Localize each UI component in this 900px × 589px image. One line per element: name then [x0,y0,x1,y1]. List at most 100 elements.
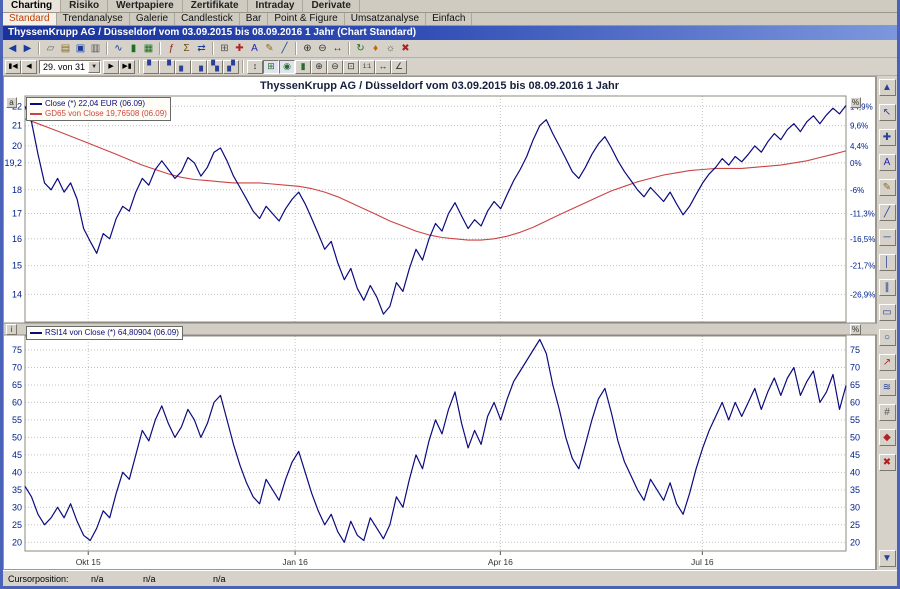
svg-text:18: 18 [12,185,22,195]
ellipse-tool-icon[interactable]: ○ [879,329,896,346]
measure-button[interactable]: ∠ [391,60,407,74]
refresh-icon[interactable]: ↻ [353,41,368,56]
svg-text:45: 45 [850,450,860,460]
zoom-preset-3-button[interactable]: ▖ [175,60,191,74]
chart-position-dropdown[interactable]: 29. von 31▼ [39,60,101,74]
svg-text:55: 55 [12,415,22,425]
crosshair-icon[interactable]: ✚ [232,41,247,56]
zoom-in-icon[interactable]: ⊕ [300,41,315,56]
rsi-settings-button[interactable]: i [6,324,17,335]
grid-toggle-button[interactable]: ⊞ [263,60,279,74]
candlestick-toggle-button[interactable]: ▮ [295,60,311,74]
menu-tab-charting[interactable]: Charting [3,0,61,12]
price-legend[interactable]: Close (*) 22,04 EUR (06.09)GD65 von Clos… [26,97,171,121]
draw-icon[interactable]: ✎ [262,41,277,56]
sub-tab-bar: StandardTrendanalyseGalerieCandlestickBa… [3,13,897,26]
new-chart-icon[interactable]: ▱ [43,41,58,56]
close-series-line [25,106,846,315]
zoom-preset-4-button[interactable]: ▗ [191,60,207,74]
open-chart-icon[interactable]: ▤ [58,41,73,56]
delete-tool-icon[interactable]: ✖ [879,454,896,471]
indicator-icon[interactable]: ƒ [164,41,179,56]
dropdown-arrow-icon[interactable]: ▼ [88,61,100,73]
svg-text:70: 70 [850,362,860,372]
compare-icon[interactable]: ⇄ [194,41,209,56]
scroll-up-icon[interactable]: ▲ [879,79,896,96]
horizontal-line-tool-icon[interactable]: ─ [879,229,896,246]
delete-icon[interactable]: ✖ [398,41,413,56]
zoom-out-button[interactable]: ⊖ [327,60,343,74]
menu-tab-zertifikate[interactable]: Zertifikate [183,0,248,12]
grid-tool-icon[interactable]: # [879,404,896,421]
svg-text:14: 14 [12,289,22,299]
next-chart-button[interactable]: ▶ [103,60,119,74]
rsi-legend[interactable]: RSI14 von Close (*) 64,80904 (06.09) [26,326,183,340]
crosshair-tool-icon[interactable]: ✚ [879,129,896,146]
forward-icon[interactable]: ▶ [20,41,35,56]
alert-icon[interactable]: ♦ [368,41,383,56]
cursor-value-3: n/a [213,574,226,584]
snap-toggle-button[interactable]: ◉ [279,60,295,74]
settings-icon[interactable]: ☼ [383,41,398,56]
svg-text:60: 60 [12,397,22,407]
zoom-preset-2-button[interactable]: ▝ [159,60,175,74]
rectangle-tool-icon[interactable]: ▭ [879,304,896,321]
channel-tool-icon[interactable]: ∥ [879,279,896,296]
vertical-line-tool-icon[interactable]: │ [879,254,896,271]
pan-button[interactable]: ↔ [375,60,391,74]
zoom-in-button[interactable]: ⊕ [311,60,327,74]
chart-canvas[interactable]: 2214,9%219,6%204,4%19,20%18-6%17-11,3%16… [4,77,877,571]
text-tool-icon[interactable]: A [879,154,896,171]
trendline-tool-icon[interactable]: ╱ [879,204,896,221]
marker-tool-icon[interactable]: ◆ [879,429,896,446]
zoom-preset-6-button[interactable]: ▞ [223,60,239,74]
price-axis-settings-button[interactable]: a [6,97,17,108]
last-chart-button[interactable]: ▶▮ [119,60,135,74]
menu-tab-intraday[interactable]: Intraday [248,0,304,12]
toolbar-separator [106,42,108,55]
grid-icon[interactable]: ⊞ [217,41,232,56]
scale-mode-button[interactable]: ↕ [247,60,263,74]
menu-tab-risiko[interactable]: Risiko [61,0,108,12]
bar-chart-icon[interactable]: ▦ [141,41,156,56]
back-icon[interactable]: ◀ [5,41,20,56]
scroll-down-icon[interactable]: ▼ [879,550,896,567]
zoom-preset-5-button[interactable]: ▚ [207,60,223,74]
sub-tab-trendanalyse[interactable]: Trendanalyse [57,13,130,25]
pencil-tool-icon[interactable]: ✎ [879,179,896,196]
sub-tab-candlestick[interactable]: Candlestick [175,13,240,25]
sub-tab-einfach[interactable]: Einfach [426,13,472,25]
print-icon[interactable]: ▥ [88,41,103,56]
previous-chart-button[interactable]: ◀ [21,60,37,74]
zoom-out-icon[interactable]: ⊖ [315,41,330,56]
arrow-tool-icon[interactable]: ↗ [879,354,896,371]
trendline-icon[interactable]: ╱ [277,41,292,56]
sub-tab-point-figure[interactable]: Point & Figure [268,13,344,25]
zoom-window-button[interactable]: ⊡ [343,60,359,74]
menu-tab-wertpapiere[interactable]: Wertpapiere [108,0,183,12]
chart-window-title-bar: ThyssenKrupp AG / Düsseldorf vom 03.09.2… [3,26,897,40]
price-percent-scale-button[interactable]: % [850,97,861,108]
sub-tab-galerie[interactable]: Galerie [130,13,175,25]
text-annotation-icon[interactable]: A [247,41,262,56]
chart-heading: ThyssenKrupp AG / Düsseldorf vom 03.09.2… [4,80,875,92]
zoom-preset-1-button[interactable]: ▘ [143,60,159,74]
line-chart-icon[interactable]: ∿ [111,41,126,56]
svg-text:30: 30 [12,502,22,512]
first-chart-button[interactable]: ▮◀ [5,60,21,74]
x-axis-label: Jan 16 [282,557,308,567]
pan-icon[interactable]: ↔ [330,41,345,56]
menu-tab-derivate[interactable]: Derivate [303,0,359,12]
legend-label: RSI14 von Close (*) 64,80904 (06.09) [45,328,179,338]
candlestick-chart-icon[interactable]: ▮ [126,41,141,56]
zoom-reset-button[interactable]: 1:1 [359,60,375,74]
save-chart-icon[interactable]: ▣ [73,41,88,56]
rsi-scale-button[interactable]: % [850,324,861,335]
sub-tab-bar[interactable]: Bar [240,13,269,25]
sub-tab-standard[interactable]: Standard [3,13,57,25]
svg-text:-21,7%: -21,7% [850,262,875,271]
formula-icon[interactable]: Σ [179,41,194,56]
sub-tab-umsatzanalyse[interactable]: Umsatzanalyse [345,13,426,25]
fibonacci-tool-icon[interactable]: ≋ [879,379,896,396]
cursor-icon[interactable]: ↖ [879,104,896,121]
